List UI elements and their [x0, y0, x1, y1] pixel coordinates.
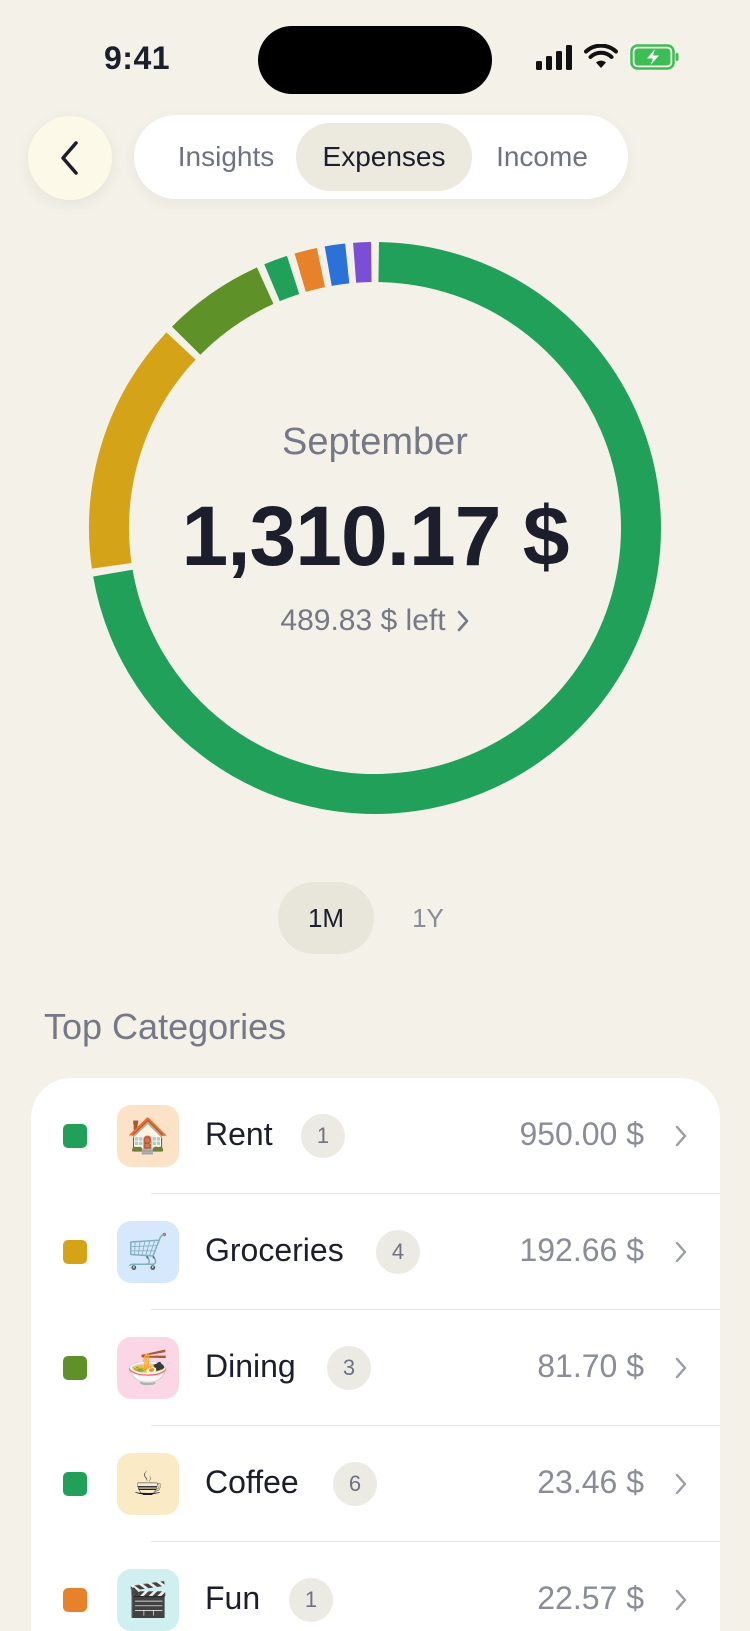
category-name: Coffee: [205, 1464, 299, 1500]
category-amount: 192.66 $: [519, 1232, 644, 1268]
chevron-right-icon: [675, 1241, 687, 1263]
remaining-budget-link[interactable]: 489.83 $ left: [75, 604, 675, 638]
view-segmented-control: Insights Expenses Income: [134, 115, 628, 199]
category-amount: 950.00 $: [519, 1116, 644, 1152]
chevron-right-icon: [675, 1473, 687, 1495]
remaining-budget-text: 489.83 $ left: [280, 604, 446, 637]
category-amount: 23.46 $: [537, 1464, 644, 1500]
house-icon: 🏠: [117, 1105, 179, 1167]
coffee-cup-icon: ☕: [117, 1453, 179, 1515]
wifi-icon: [584, 44, 618, 68]
chevron-right-icon: [675, 1589, 687, 1611]
category-color-dot: [63, 1472, 87, 1496]
period-1y[interactable]: 1Y: [392, 882, 464, 954]
chevron-right-icon: [675, 1357, 687, 1379]
category-color-dot: [63, 1240, 87, 1264]
dynamic-island: [258, 26, 492, 94]
category-amount: 22.57 $: [537, 1580, 644, 1616]
category-name: Dining: [205, 1348, 296, 1384]
status-time: 9:41: [104, 40, 171, 76]
category-row-rent[interactable]: 🏠 Rent 1 950.00 $: [31, 1078, 720, 1194]
category-name: Groceries: [205, 1232, 344, 1268]
transaction-count-badge: 4: [376, 1230, 420, 1274]
transaction-count-badge: 1: [301, 1114, 345, 1158]
donut-center: September 1,310.17 $ 489.83 $ left: [75, 228, 675, 828]
chevron-right-icon: [675, 1125, 687, 1147]
back-button[interactable]: [28, 116, 112, 200]
transaction-count-badge: 3: [327, 1346, 371, 1390]
category-row-groceries[interactable]: 🛒 Groceries 4 192.66 $: [31, 1194, 720, 1310]
category-color-dot: [63, 1356, 87, 1380]
category-row-fun[interactable]: 🎬 Fun 1 22.57 $: [31, 1542, 720, 1631]
cellular-signal-icon: [536, 44, 572, 70]
total-expenses: 1,310.17 $: [181, 489, 569, 583]
status-bar: 9:41: [0, 0, 750, 120]
category-amount: 81.70 $: [537, 1348, 644, 1384]
tab-expenses[interactable]: Expenses: [296, 123, 472, 191]
shopping-cart-icon: 🛒: [117, 1221, 179, 1283]
category-color-dot: [63, 1588, 87, 1612]
category-color-dot: [63, 1124, 87, 1148]
chevron-left-icon: [61, 141, 78, 175]
category-row-dining[interactable]: 🍜 Dining 3 81.70 $: [31, 1310, 720, 1426]
status-icons: [536, 44, 680, 70]
category-row-coffee[interactable]: ☕ Coffee 6 23.46 $: [31, 1426, 720, 1542]
category-name: Fun: [205, 1580, 261, 1616]
tab-income[interactable]: Income: [472, 123, 612, 191]
section-title: Top Categories: [44, 1006, 287, 1047]
clapperboard-icon: 🎬: [117, 1569, 179, 1631]
category-name: Rent: [205, 1116, 273, 1152]
transaction-count-badge: 6: [333, 1462, 377, 1506]
noodle-bowl-icon: 🍜: [117, 1337, 179, 1399]
tab-insights[interactable]: Insights: [150, 123, 302, 191]
chevron-right-icon: [457, 610, 468, 632]
period-1m[interactable]: 1M: [278, 882, 374, 954]
month-label: September: [282, 421, 468, 463]
transaction-count-badge: 1: [289, 1578, 333, 1622]
battery-charging-icon: [630, 44, 679, 70]
categories-card: 🏠 Rent 1 950.00 $ 🛒 Groceries 4 192.66 $…: [31, 1078, 720, 1631]
